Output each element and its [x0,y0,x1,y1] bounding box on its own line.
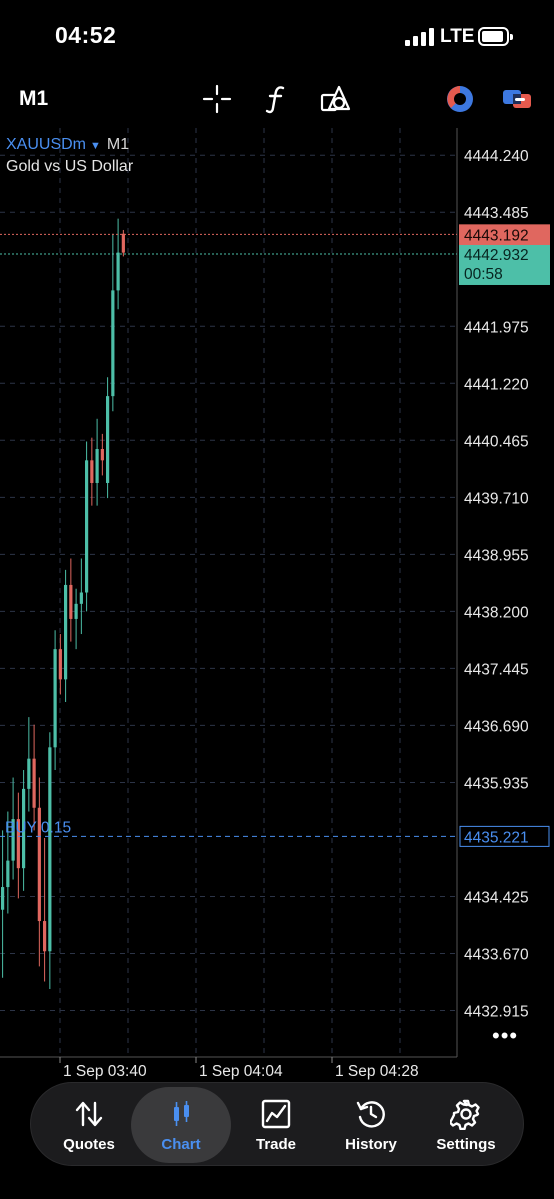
crosshair-icon[interactable] [200,82,234,116]
price-scale-label: 4438.955 [464,547,529,564]
price-scale-label: 4432.915 [464,1004,529,1021]
price-scale-label: 4441.975 [464,319,529,336]
status-bar: 04:52 LTE [0,0,554,72]
quotes-icon [73,1098,105,1130]
candle-body [27,758,31,789]
network-type: LTE [440,26,475,47]
candle-body [90,460,94,483]
indicator-icon[interactable] [443,82,477,116]
candle-body [6,860,10,888]
nav-quotes-label: Quotes [63,1135,115,1153]
price-scale-label: 4433.670 [464,947,529,964]
price-scale-label: 4439.710 [464,490,529,507]
chart-icon [165,1098,197,1130]
position-label: BUY 0.15 [5,819,71,836]
candle-body [48,747,52,952]
price-scale-label: 4441.220 [464,376,529,393]
nav-quotes[interactable]: Quotes [39,1087,139,1163]
timeframe-button[interactable]: M1 [19,87,48,111]
nav-chart-label: Chart [161,1135,201,1153]
price-chart[interactable]: 4444.240 4443.485 4441.975 4441.220 4440.465… [0,128,554,1086]
objects-icon[interactable] [318,82,352,116]
nav-trade[interactable]: Trade [226,1087,326,1163]
position-price-label: 4435.221 [464,829,529,846]
cellular-signal-icon [405,28,435,46]
symbol-header[interactable]: XAUUSDm ▼ M1 Gold vs US Dollar [6,136,133,176]
candle-body [53,649,57,748]
candle-body [79,592,83,604]
candle-body [43,921,47,952]
symbol-description: Gold vs US Dollar [6,158,134,175]
price-scale-label: 4440.465 [464,433,529,450]
candle-body [1,887,5,910]
nav-trade-label: Trade [255,1135,297,1153]
candle-body [32,758,36,808]
history-icon [355,1098,387,1130]
nav-settings-label: Settings [436,1135,496,1153]
chart-canvas[interactable]: 4444.240 4443.485 4441.975 4441.220 4440.465… [0,128,554,1086]
candle-body [106,396,110,483]
candle-body [95,448,99,483]
candle-body [69,584,73,619]
candle-body [74,603,78,619]
time-axis-label: 1 Sep 03:40 [63,1063,147,1080]
bar-countdown-label: 00:58 [464,266,503,283]
ask-price-label: 4443.192 [464,227,529,244]
candle-body [85,460,89,593]
nav-history-label: History [345,1135,397,1153]
nav-history[interactable]: History [321,1087,421,1163]
bottom-navigation: Quotes Chart Trade History Settings [30,1082,524,1166]
symbol-timeframe: M1 [106,136,130,153]
time-axis-label: 1 Sep 04:28 [335,1063,419,1080]
bid-price-label: 4442.932 [464,247,529,264]
price-scale-label: 4435.935 [464,775,529,792]
nav-chart[interactable]: Chart [131,1087,231,1163]
candle-body [121,233,125,253]
price-scale-label: 4434.425 [464,890,529,907]
settings-icon [450,1098,482,1130]
symbol-dropdown-icon[interactable]: ▼ [90,140,101,152]
candle-body [58,649,62,680]
candle-body [116,252,120,291]
price-scale-label: 4436.690 [464,718,529,735]
nav-settings[interactable]: Settings [416,1087,516,1163]
price-scale-label: 4443.485 [464,205,529,222]
candle-body [64,584,68,680]
account-icon[interactable] [500,82,534,116]
symbol-name[interactable]: XAUUSDm [6,136,86,153]
more-options-icon[interactable]: ••• [492,1023,518,1049]
battery-icon [478,27,513,46]
trade-icon [260,1098,292,1130]
time-axis-label: 1 Sep 04:04 [199,1063,283,1080]
chart-toolbar: M1 [0,72,554,124]
status-time: 04:52 [55,22,117,48]
candle-body [111,290,115,397]
price-scale-label: 4438.200 [464,604,529,621]
price-scale-label: 4437.445 [464,661,529,678]
price-scale-label: 4444.240 [464,148,529,165]
candle-body [100,448,104,461]
function-icon[interactable] [260,82,294,116]
